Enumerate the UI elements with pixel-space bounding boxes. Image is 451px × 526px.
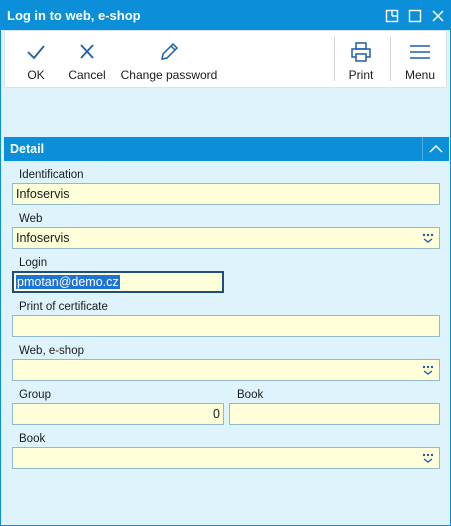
- toolbar: OK Cancel Change password Print Menu: [4, 30, 447, 88]
- book-select[interactable]: [12, 447, 440, 469]
- dialog-window: Log in to web, e-shop OK Cancel Change p…: [0, 0, 451, 526]
- checkmark-icon: [27, 45, 45, 60]
- maximize-button[interactable]: [404, 5, 426, 26]
- ok-label: OK: [27, 68, 45, 82]
- change-password-label: Change password: [120, 68, 218, 82]
- restore-button[interactable]: [381, 5, 403, 26]
- close-button[interactable]: [427, 5, 449, 26]
- group-value: 0: [213, 407, 220, 421]
- login-input[interactable]: pmotan@demo.cz: [12, 271, 224, 293]
- book-right-field[interactable]: [229, 403, 440, 425]
- close-icon: [432, 9, 444, 22]
- collapse-section-button[interactable]: [422, 137, 449, 161]
- cancel-button[interactable]: Cancel: [63, 31, 111, 87]
- web-label: Web: [19, 213, 43, 225]
- title-bar[interactable]: Log in to web, e-shop: [1, 1, 450, 30]
- web-eshop-select[interactable]: [12, 359, 440, 381]
- print-of-certificate-label: Print of certificate: [19, 301, 108, 313]
- restore-icon: [385, 9, 399, 22]
- hamburger-menu-icon: [410, 45, 430, 59]
- web-eshop-label: Web, e-shop: [19, 345, 84, 357]
- web-select[interactable]: Infoservis: [12, 227, 440, 249]
- web-value: Infoservis: [16, 231, 70, 245]
- login-label: Login: [19, 257, 48, 269]
- printer-icon: [351, 42, 371, 62]
- print-button[interactable]: Print: [337, 31, 385, 87]
- group-label: Group: [19, 389, 51, 401]
- group-field[interactable]: 0: [12, 403, 224, 425]
- login-value: pmotan@demo.cz: [16, 275, 120, 289]
- dropdown-icon[interactable]: [421, 232, 435, 244]
- dropdown-icon[interactable]: [421, 452, 435, 464]
- chevron-up-icon: [429, 144, 443, 153]
- print-label: Print: [348, 68, 374, 82]
- book-right-label: Book: [237, 389, 264, 401]
- pencil-icon: [161, 42, 179, 60]
- change-password-button[interactable]: Change password: [117, 31, 221, 87]
- identification-field[interactable]: Infoservis: [12, 183, 440, 205]
- menu-label: Menu: [404, 68, 436, 82]
- detail-section-header: Detail: [4, 137, 449, 161]
- identification-value: Infoservis: [16, 187, 70, 201]
- window-title: Log in to web, e-shop: [7, 8, 141, 23]
- identification-label: Identification: [19, 169, 84, 181]
- book-label: Book: [19, 433, 46, 445]
- print-of-certificate-field[interactable]: [12, 315, 440, 337]
- section-title: Detail: [10, 142, 45, 156]
- maximize-icon: [408, 9, 422, 22]
- ok-button[interactable]: OK: [15, 31, 57, 87]
- menu-button[interactable]: Menu: [395, 31, 445, 87]
- toolbar-separator: [334, 37, 335, 81]
- close-icon: [80, 44, 94, 59]
- dropdown-icon[interactable]: [421, 364, 435, 376]
- toolbar-separator: [390, 37, 391, 81]
- cancel-label: Cancel: [68, 68, 106, 82]
